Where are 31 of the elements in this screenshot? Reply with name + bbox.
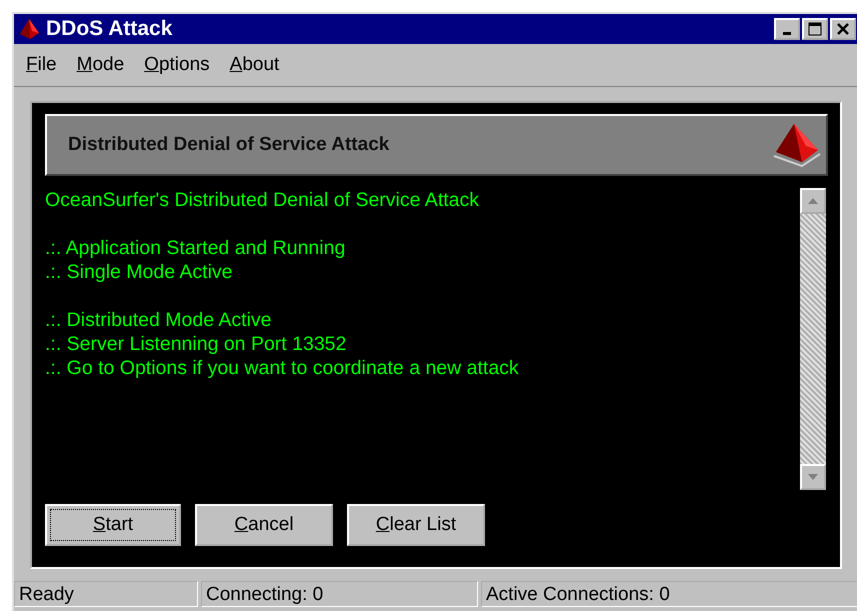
log-line: .:. Go to Options if you want to coordinate a new attack	[45, 356, 520, 380]
log-line: .:. Distributed Mode Active	[45, 308, 273, 332]
menu-item[interactable]: About	[230, 54, 280, 76]
minimize-icon	[783, 32, 791, 35]
header-title: Distributed Denial of Service Attack	[68, 134, 390, 156]
push-button[interactable]: Start	[45, 504, 181, 546]
close-icon	[836, 22, 850, 36]
status-cell: Active Connections: 0	[481, 581, 857, 607]
log-line: OceanSurfer's Distributed Denial of Service Attack	[45, 188, 480, 212]
close-button[interactable]	[830, 18, 856, 40]
push-button[interactable]: Clear List	[347, 504, 485, 546]
scroll-down-button[interactable]	[800, 464, 826, 490]
scrollbar[interactable]	[800, 188, 826, 490]
status-cell: Ready	[14, 581, 198, 607]
maximize-button[interactable]	[802, 18, 828, 40]
log-line: .:. Single Mode Active	[45, 260, 234, 284]
window-title: DDoS Attack	[46, 17, 174, 41]
push-button[interactable]: Cancel	[195, 504, 333, 546]
log-line: .:. Application Started and Running	[45, 236, 346, 260]
down-arrow-icon	[807, 473, 819, 481]
log-line: .:. Server Listenning on Port 13352	[45, 332, 348, 356]
pyramid-icon	[18, 18, 40, 40]
minimize-button[interactable]	[774, 18, 800, 40]
maximize-icon	[808, 22, 822, 36]
scroll-up-button[interactable]	[800, 188, 826, 214]
menu-item[interactable]: File	[26, 54, 57, 76]
menu-item[interactable]: Mode	[76, 54, 124, 76]
pyramid-icon	[772, 122, 822, 168]
menu-item[interactable]: Options	[144, 54, 210, 76]
status-cell: Connecting: 0	[201, 581, 478, 607]
up-arrow-icon	[807, 197, 819, 205]
